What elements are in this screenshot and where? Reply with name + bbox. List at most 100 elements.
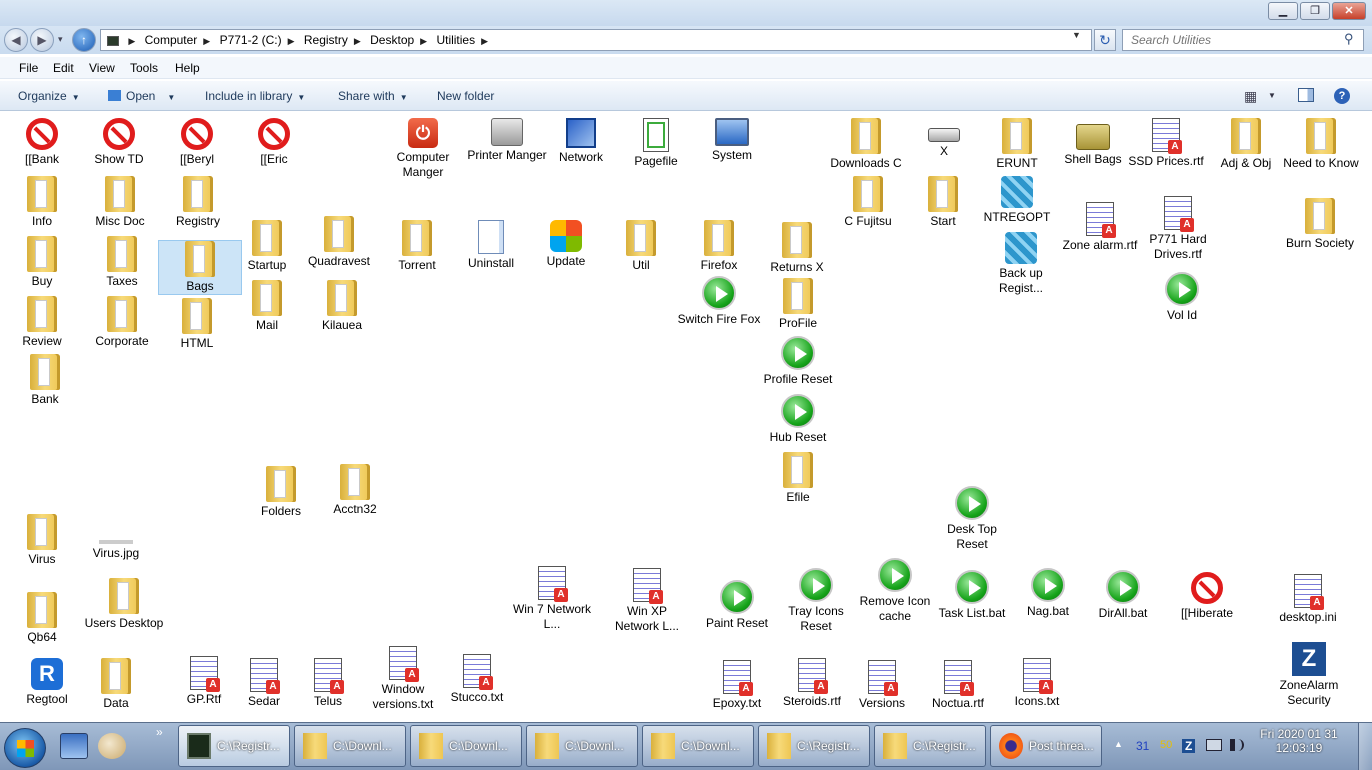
file-item-corporate[interactable]: Corporate [80,296,164,349]
breadcrumb-separator[interactable]: ▶ [354,36,361,46]
breadcrumb-drive[interactable]: P771-2 (C:) [220,33,282,47]
file-item-info[interactable]: Info [0,176,84,229]
file-item-eric[interactable]: [[Eric [232,118,316,167]
file-item-need-to-know[interactable]: Need to Know [1279,118,1363,171]
taskbar-button[interactable]: C:\Downl... [410,725,522,767]
taskbar-button[interactable]: C:\Downl... [642,725,754,767]
file-item-virus[interactable]: Virus [0,514,84,567]
show-desktop-quicklaunch-icon[interactable] [60,733,88,759]
paint-icon[interactable] [98,733,126,759]
open-button[interactable]: Open ▼ [108,89,175,103]
taskbar-button[interactable]: C:\Registr... [758,725,870,767]
file-item-zonealarm-security[interactable]: Z ZoneAlarm Security [1267,642,1351,708]
file-item-data[interactable]: Data [74,658,158,711]
file-item-vol-id[interactable]: Vol Id [1140,272,1224,323]
menu-tools[interactable]: Tools [130,61,158,75]
file-item-desktop-ini[interactable]: desktop.ini [1266,574,1350,625]
breadcrumb-separator[interactable]: ▶ [203,36,210,46]
views-icon[interactable]: ▦ [1244,88,1257,105]
breadcrumb-separator[interactable]: ▶ [481,36,488,46]
file-item-folders[interactable]: Folders [239,466,323,519]
file-item-win-xp-network-l[interactable]: Win XP Network L... [605,568,689,634]
file-item-mail[interactable]: Mail [225,280,309,333]
file-item-profile-reset[interactable]: Profile Reset [756,336,840,387]
network-tray-icon[interactable] [1206,739,1222,751]
volume-icon[interactable] [1230,739,1244,751]
preview-pane-icon[interactable] [1298,88,1314,102]
address-dropdown-icon[interactable]: ▼ [1072,30,1081,40]
file-item-review[interactable]: Review [0,296,84,349]
start-button[interactable] [4,728,46,768]
file-item-buy[interactable]: Buy [0,236,84,289]
file-item-torrent[interactable]: Torrent [375,220,459,273]
file-item-paint-reset[interactable]: Paint Reset [695,580,779,631]
file-item-telus[interactable]: Telus [286,658,370,709]
file-item-computer-manger[interactable]: ⏻ Computer Manger [381,118,465,180]
organize-button[interactable]: Organize ▼ [18,89,80,103]
refresh-button[interactable]: ↻ [1094,29,1116,51]
file-item-misc-doc[interactable]: Misc Doc [78,176,162,229]
file-item-burn-society[interactable]: Burn Society [1278,198,1362,251]
file-item-noctua-rtf[interactable]: Noctua.rtf [916,660,1000,711]
file-item-win-7-network-l[interactable]: Win 7 Network L... [510,566,594,632]
breadcrumb-utilities[interactable]: Utilities [436,33,475,47]
include-in-library-button[interactable]: Include in library ▼ [205,89,305,103]
menu-file[interactable]: File [19,61,38,75]
file-item-update[interactable]: Update [524,220,608,269]
file-item-hub-reset[interactable]: Hub Reset [756,394,840,445]
recent-pages-dropdown[interactable]: ▾ [58,34,63,45]
forward-button[interactable]: ▶ [30,28,54,52]
file-item-uninstall[interactable]: Uninstall [449,220,533,271]
taskbar-button[interactable]: Post threa... [990,725,1102,767]
views-dropdown-icon[interactable]: ▼ [1268,91,1276,100]
file-item-x[interactable]: X [902,118,986,159]
maximize-button[interactable]: ❐ [1300,2,1330,20]
tray-number-icon[interactable]: 31 [1136,739,1149,753]
share-with-button[interactable]: Share with ▼ [338,89,408,103]
search-input[interactable] [1122,29,1364,51]
file-item-start[interactable]: Start [901,176,985,229]
file-item-stucco-txt[interactable]: Stucco.txt [435,654,519,705]
file-item-hiberate[interactable]: [[Hiberate [1165,572,1249,621]
file-item-erunt[interactable]: ERUNT [975,118,1059,171]
file-item-network[interactable]: Network [539,118,623,165]
tray-expand-icon[interactable]: ▲ [1114,739,1123,749]
new-folder-button[interactable]: New folder [437,89,494,103]
breadcrumb-separator[interactable]: ▶ [288,36,295,46]
file-item-returns-x[interactable]: Returns X [755,222,839,275]
clock[interactable]: Fri 2020 01 31 12:03:19 [1250,727,1348,755]
file-item-show-td[interactable]: Show TD [77,118,161,167]
taskbar-button[interactable]: C:\Downl... [526,725,638,767]
file-item-printer-manger[interactable]: Printer Manger [465,118,549,163]
file-item-remove-icon-cache[interactable]: Remove Icon cache [853,558,937,624]
file-item-downloads-c[interactable]: Downloads C [824,118,908,171]
minimize-button[interactable]: ▁ [1268,2,1298,20]
file-item-tray-icons-reset[interactable]: Tray Icons Reset [774,568,858,634]
file-item-ssd-prices-rtf[interactable]: SSD Prices.rtf [1124,118,1208,169]
menu-view[interactable]: View [89,61,115,75]
zonealarm-tray-icon[interactable]: Z [1182,739,1196,753]
file-item-users-desktop[interactable]: Users Desktop [82,578,166,631]
file-item-p771-hard-drives-rtf[interactable]: P771 Hard Drives.rtf [1136,196,1220,262]
file-item-switch-fire-fox[interactable]: Switch Fire Fox [677,276,761,327]
taskbar-button[interactable]: C:\Registr... [874,725,986,767]
back-button[interactable]: ◀ [4,28,28,52]
file-item-pagefile[interactable]: Pagefile [614,118,698,169]
address-bar[interactable]: ▶ Computer ▶ P771-2 (C:) ▶ Registry ▶ Deskt… [100,29,1092,51]
search-icon[interactable]: ⚲ [1344,31,1354,47]
breadcrumb-computer[interactable]: Computer [145,33,198,47]
file-item-system[interactable]: System [690,118,774,163]
file-item-util[interactable]: Util [599,220,683,273]
file-item-zone-alarm-rtf[interactable]: Zone alarm.rtf [1058,202,1142,253]
file-item-quadravest[interactable]: Quadravest [297,216,381,269]
file-item-task-list-bat[interactable]: Task List.bat [930,570,1014,621]
close-button[interactable]: ✕ [1332,2,1366,20]
menu-help[interactable]: Help [175,61,200,75]
file-item-acctn32[interactable]: Acctn32 [313,464,397,517]
breadcrumb-separator[interactable]: ▶ [128,36,135,46]
taskbar-button[interactable]: C:\Downl... [294,725,406,767]
quicklaunch-more-icon[interactable]: » [156,725,163,739]
breadcrumb-registry[interactable]: Registry [304,33,348,47]
file-item-back-up-regist[interactable]: Back up Regist... [979,232,1063,296]
taskbar-button[interactable]: C:\Registr... [178,725,290,767]
